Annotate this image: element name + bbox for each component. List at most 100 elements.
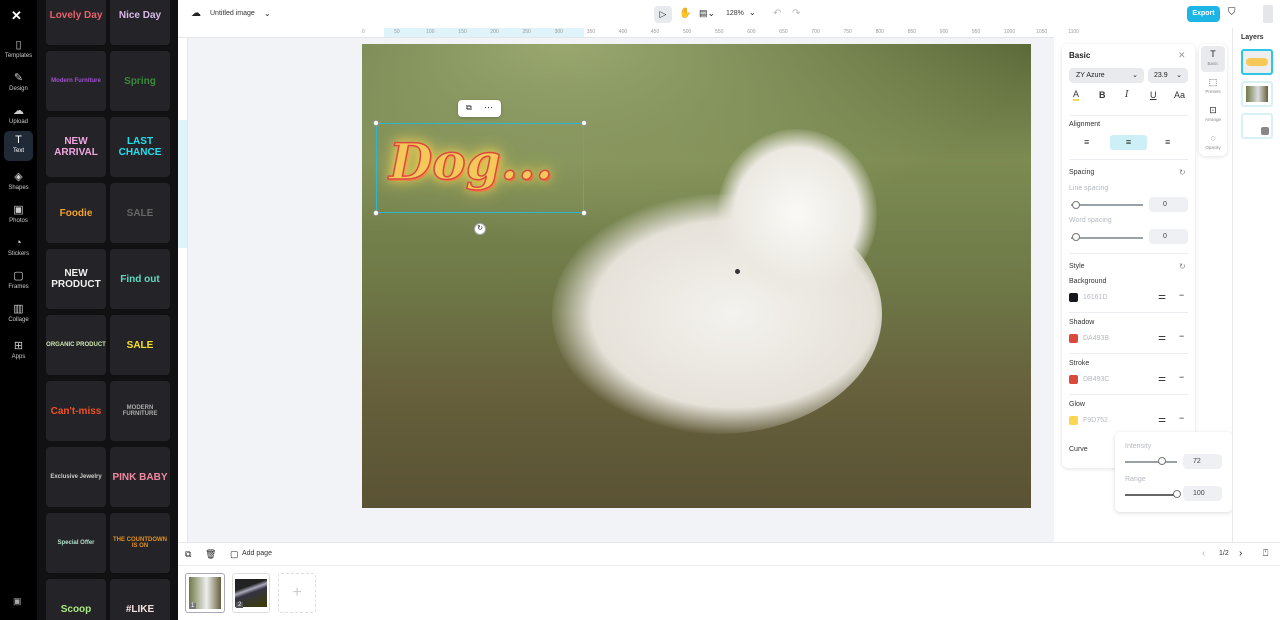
reset-icon[interactable]: ↻ [1179,262,1186,271]
nav-text[interactable]: T Text [4,131,33,161]
document-title[interactable]: Untitled image [210,10,255,17]
text-template[interactable]: THE COUNTDOWN IS ON [110,513,170,573]
color-hex[interactable]: 16161D [1083,294,1108,301]
text-template[interactable]: Foodie [46,183,106,243]
hand-tool-icon[interactable]: ✋ [679,8,691,19]
rotate-handle[interactable]: ↻ [474,223,486,235]
delete-icon[interactable]: 🗑 [205,549,216,560]
resize-handle[interactable] [581,210,587,216]
color-hex[interactable]: DB493C [1083,376,1109,383]
bold-icon[interactable]: B [1099,90,1106,100]
select-tool-button[interactable]: ▷ [654,6,672,23]
tab-basic[interactable]: T Basic [1201,46,1225,72]
close-icon[interactable]: ✕ [1178,50,1186,61]
nav-templates[interactable]: ▯ Templates [4,36,33,66]
text-template[interactable]: Nice Day [110,0,170,45]
layer-background[interactable] [1241,113,1273,139]
word-spacing-slider[interactable] [1071,237,1143,239]
text-template[interactable]: PINK BABY [110,447,170,507]
align-left-icon[interactable]: ≡ [1084,137,1089,147]
new-page-button[interactable]: + [278,573,316,613]
resize-icon[interactable]: ▤⌄ [699,8,715,19]
text-template[interactable]: #LIKE [110,579,170,620]
page-thumb-1[interactable]: 1 [185,573,225,613]
chevron-down-icon[interactable]: ⌄ [264,9,271,18]
color-swatch[interactable] [1069,293,1078,302]
text-template[interactable]: SALE [110,183,170,243]
add-page-icon[interactable]: ▢ [230,549,239,560]
text-template[interactable]: Scoop [46,579,106,620]
shield-icon[interactable]: ⛉ [1228,7,1236,18]
prev-page-icon[interactable]: ‹ [1202,548,1205,559]
resize-handle[interactable] [581,120,587,126]
nav-shapes[interactable]: ◈ Shapes [4,168,33,198]
adjust-icon[interactable]: ⚌ [1158,332,1166,343]
italic-icon[interactable]: I [1125,90,1129,100]
zoom-chevron-icon[interactable]: ⌄ [749,8,756,17]
capcut-logo[interactable]: ✕ [11,8,22,24]
text-template[interactable]: Special Offer [46,513,106,573]
case-icon[interactable]: Aa [1174,90,1185,100]
remove-icon[interactable]: − [1179,413,1184,423]
nav-upload[interactable]: ☁ Upload [4,102,33,132]
line-spacing-slider[interactable] [1071,204,1143,206]
text-template[interactable]: NEW PRODUCT [46,249,106,309]
color-swatch[interactable] [1069,334,1078,343]
zoom-level[interactable]: 128% [726,10,744,17]
font-select[interactable]: ZY Azure ⌄ [1069,68,1144,83]
presentation-icon[interactable]: ⍞ [1263,548,1268,559]
slider-knob[interactable] [1158,457,1166,465]
text-template[interactable]: LAST CHANCE [110,117,170,177]
nav-collage[interactable]: ▥ Collage [4,300,33,330]
nav-design[interactable]: ✎ Design [4,69,33,99]
text-selection-box[interactable]: Dog... [376,123,584,213]
feedback-icon[interactable]: ▣ [13,596,22,607]
tab-opacity[interactable]: ◌ Opacity [1201,130,1225,156]
remove-icon[interactable]: − [1179,372,1184,382]
adjust-icon[interactable]: ⚌ [1158,373,1166,384]
page-thumb-2[interactable]: 2 [232,573,270,613]
intensity-slider[interactable] [1125,461,1177,463]
resize-handle[interactable] [373,210,379,216]
font-size-select[interactable]: 23.9 ⌄ [1148,68,1188,83]
range-input[interactable]: 100 [1183,486,1222,501]
text-template[interactable]: ORGANIC PRODUCT [46,315,106,375]
word-spacing-input[interactable]: 0 [1149,229,1188,244]
text-template[interactable]: Lovely Day [46,0,106,45]
remove-icon[interactable]: − [1179,290,1184,300]
underline-icon[interactable]: U [1150,90,1157,100]
duplicate-page-icon[interactable]: ⧉ [185,549,191,560]
intensity-input[interactable]: 72 [1183,454,1222,469]
color-swatch[interactable] [1069,375,1078,384]
remove-icon[interactable]: − [1179,331,1184,341]
adjust-icon[interactable]: ⚌ [1158,291,1166,302]
canvas-text[interactable]: Dog... [388,131,553,192]
nav-stickers[interactable]: ◔ Stickers [4,234,33,264]
layer-photo[interactable] [1241,81,1273,107]
next-page-icon[interactable]: › [1239,548,1242,559]
tab-arrange[interactable]: ⊡ Arrange [1201,102,1225,128]
align-right-icon[interactable]: ≡ [1165,137,1170,147]
more-icon[interactable]: ⋯ [484,102,493,113]
add-page-button[interactable]: Add page [242,550,272,557]
slider-knob[interactable] [1173,490,1181,498]
avatar[interactable] [1263,5,1273,23]
reset-icon[interactable]: ↻ [1179,168,1186,177]
color-hex[interactable]: F9D752 [1083,417,1108,424]
nav-apps[interactable]: ⊞ Apps [4,337,33,367]
nav-photos[interactable]: ▣ Photos [4,201,33,231]
redo-icon[interactable]: ↷ [792,8,800,19]
copy-icon[interactable]: ⧉ [466,103,472,113]
slider-knob[interactable] [1072,201,1080,209]
export-button[interactable]: Export [1187,6,1220,22]
layer-text[interactable] [1241,49,1273,75]
text-template[interactable]: Modern Furniture [46,51,106,111]
text-template[interactable]: Exclusive Jewelry [46,447,106,507]
align-center-button[interactable]: ≡ [1110,135,1147,150]
text-template[interactable]: Find out [110,249,170,309]
color-swatch[interactable] [1069,416,1078,425]
undo-icon[interactable]: ↶ [773,8,781,19]
range-slider[interactable] [1125,494,1177,496]
text-color-icon[interactable]: A [1073,90,1080,101]
line-spacing-input[interactable]: 0 [1149,197,1188,212]
